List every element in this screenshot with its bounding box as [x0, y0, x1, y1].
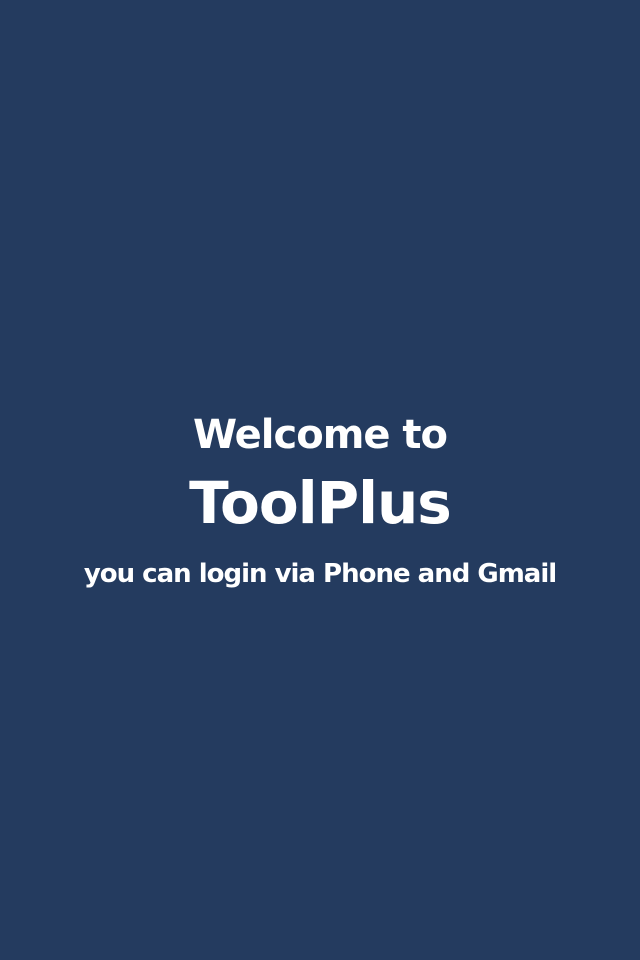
splash-screen: Welcome to ToolPlus you can login via Ph… [0, 0, 640, 960]
login-hint-text: you can login via Phone and Gmail [83, 559, 557, 589]
welcome-block: Welcome to ToolPlus you can login via Ph… [0, 404, 640, 594]
app-name-title: ToolPlus [189, 469, 452, 537]
welcome-heading: Welcome to [192, 412, 448, 458]
